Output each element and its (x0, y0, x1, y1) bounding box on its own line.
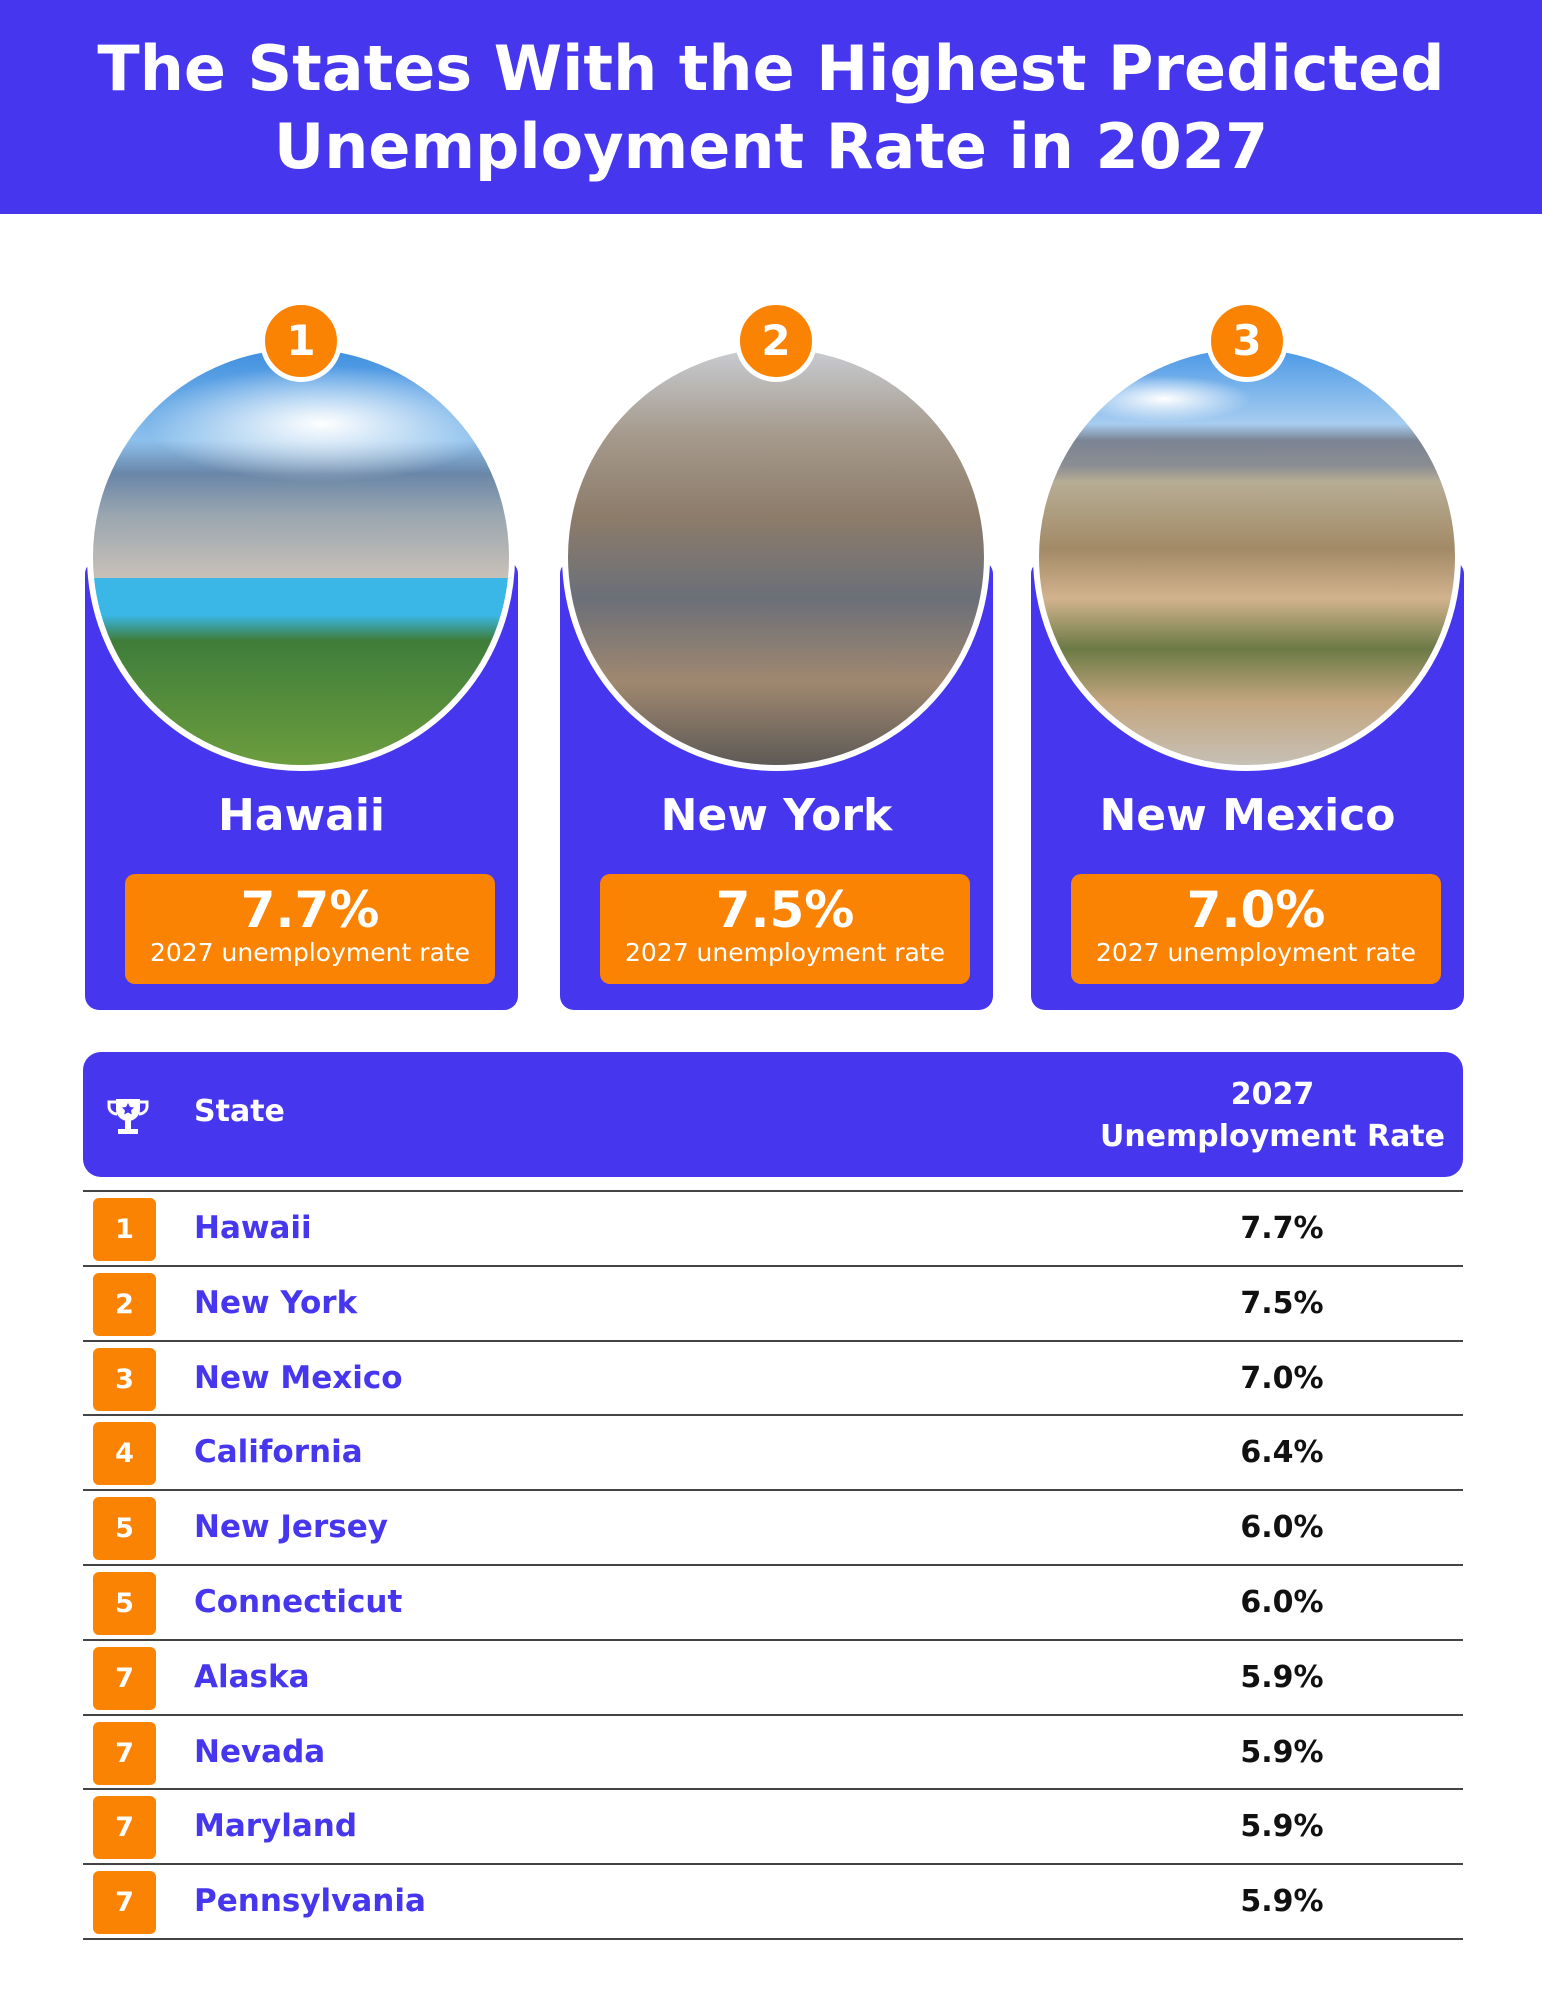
state-name: Alaska (194, 1658, 310, 1695)
title-banner: The States With the Highest Predicted Un… (0, 0, 1542, 214)
card-rate-label: 2027 unemployment rate (1095, 938, 1416, 967)
rate-value: 7.5% (1240, 1285, 1324, 1321)
table-row: 7 Nevada 5.9% (83, 1713, 1463, 1789)
state-photo (562, 343, 990, 771)
column-header-state: State (194, 1094, 285, 1129)
table-row: 7 Alaska 5.9% (83, 1638, 1463, 1714)
table-header: State 2027 Unemployment Rate (83, 1052, 1463, 1177)
table-row: 7 Pennsylvania 5.9% (83, 1863, 1463, 1938)
card-rate-label: 2027 unemployment rate (624, 938, 945, 967)
rank-badge: 5 (93, 1497, 156, 1561)
card-rate-value: 7.0% (1186, 881, 1326, 939)
rate-value: 6.4% (1240, 1435, 1324, 1471)
title-line-1: The States With the Highest Predicted (97, 32, 1445, 105)
card-state-name: New Mexico (1099, 790, 1396, 841)
rank-badge: 3 (1206, 300, 1288, 382)
table-bottom-rule (83, 1938, 1463, 1940)
state-name: New Jersey (194, 1509, 388, 1546)
rate-value: 7.7% (1240, 1211, 1324, 1246)
rate-value: 5.9% (1240, 1884, 1324, 1920)
rank-badge: 7 (93, 1796, 156, 1860)
state-name: California (194, 1434, 363, 1471)
state-name: Hawaii (194, 1210, 312, 1246)
table-row: 5 Connecticut 6.0% (83, 1564, 1463, 1639)
rate-value: 6.0% (1240, 1585, 1324, 1620)
rate-value: 5.9% (1240, 1734, 1324, 1770)
column-header-rate-label: Unemployment Rate (1099, 1119, 1445, 1154)
state-name: Maryland (194, 1808, 358, 1845)
rank-badge: 4 (93, 1422, 156, 1486)
rank-badge: 2 (93, 1272, 156, 1336)
card-rate-box: 7.0% 2027 unemployment rate (1071, 874, 1441, 984)
table-row: 2 New York 7.5% (83, 1264, 1463, 1340)
card-rate-box: 7.7% 2027 unemployment rate (125, 874, 495, 984)
title-line-2: Unemployment Rate in 2027 (273, 110, 1269, 183)
rank-badge: 7 (93, 1871, 156, 1935)
rank-badge: 1 (260, 300, 342, 382)
rank-badge: 7 (93, 1646, 156, 1710)
state-name: Connecticut (194, 1584, 403, 1620)
rank-badge: 7 (93, 1721, 156, 1785)
state-photo (87, 343, 515, 771)
card-rate-value: 7.7% (240, 881, 380, 939)
column-header-rate: 2027 Unemployment Rate (1100, 1074, 1445, 1158)
rank-badge: 1 (93, 1198, 156, 1261)
rate-value: 5.9% (1240, 1809, 1324, 1845)
state-name: New York (194, 1284, 358, 1321)
rank-badge: 3 (93, 1347, 156, 1411)
card-rate-value: 7.5% (715, 881, 855, 939)
card-rate-label: 2027 unemployment rate (149, 938, 470, 967)
state-name: Nevada (194, 1733, 326, 1770)
rank-badge: 2 (735, 300, 817, 382)
rank-badge: 5 (93, 1572, 156, 1635)
rate-value: 6.0% (1240, 1510, 1324, 1546)
card-state-name: Hawaii (217, 790, 386, 841)
state-name: Pennsylvania (194, 1883, 426, 1920)
column-header-rate-year: 2027 (1230, 1077, 1315, 1112)
card-state-name: New York (660, 790, 893, 841)
table-row: 7 Maryland 5.9% (83, 1788, 1463, 1863)
state-photo (1033, 343, 1461, 771)
table-row: 1 Hawaii 7.7% (83, 1190, 1463, 1265)
trophy-icon (107, 1099, 149, 1134)
rate-value: 7.0% (1240, 1360, 1324, 1396)
table-row: 4 California 6.4% (83, 1414, 1463, 1489)
state-name: New Mexico (194, 1359, 403, 1396)
table-row: 3 New Mexico 7.0% (83, 1339, 1463, 1415)
rate-value: 5.9% (1240, 1659, 1324, 1695)
card-rate-box: 7.5% 2027 unemployment rate (600, 874, 970, 984)
table-row: 5 New Jersey 6.0% (83, 1489, 1463, 1564)
